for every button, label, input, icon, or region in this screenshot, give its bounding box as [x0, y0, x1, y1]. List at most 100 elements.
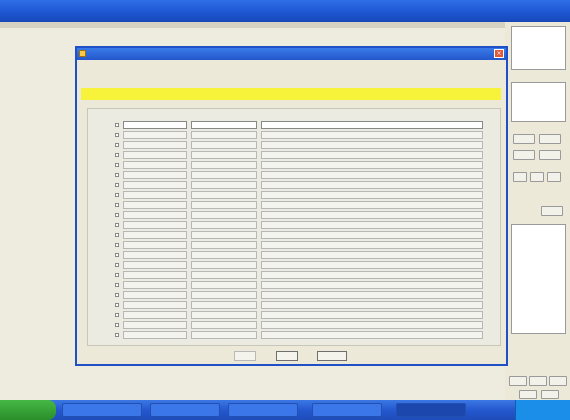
table-row[interactable] — [101, 270, 485, 280]
right-button-4[interactable] — [539, 150, 561, 160]
row-field-1[interactable] — [123, 131, 187, 139]
row-field-2[interactable] — [191, 221, 257, 229]
table-row[interactable] — [101, 300, 485, 310]
row-checkbox[interactable] — [115, 253, 119, 257]
right-button-7[interactable] — [547, 172, 561, 182]
row-field-3[interactable] — [261, 261, 483, 269]
row-field-1[interactable] — [123, 211, 187, 219]
dialog-cancel-button[interactable] — [317, 351, 347, 361]
table-row[interactable] — [101, 120, 485, 130]
row-field-3[interactable] — [261, 141, 483, 149]
row-checkbox[interactable] — [115, 283, 119, 287]
row-field-1[interactable] — [123, 161, 187, 169]
right-button-13[interactable] — [541, 390, 559, 399]
row-field-3[interactable] — [261, 161, 483, 169]
row-field-3[interactable] — [261, 311, 483, 319]
row-field-2[interactable] — [191, 281, 257, 289]
right-button-2[interactable] — [539, 134, 561, 144]
table-row[interactable] — [101, 330, 485, 340]
row-field-3[interactable] — [261, 231, 483, 239]
row-field-1[interactable] — [123, 181, 187, 189]
row-checkbox[interactable] — [115, 333, 119, 337]
row-field-2[interactable] — [191, 201, 257, 209]
row-field-2[interactable] — [191, 151, 257, 159]
row-field-1[interactable] — [123, 121, 187, 129]
row-field-2[interactable] — [191, 211, 257, 219]
table-row[interactable] — [101, 190, 485, 200]
row-field-3[interactable] — [261, 331, 483, 339]
row-field-1[interactable] — [123, 311, 187, 319]
row-field-2[interactable] — [191, 131, 257, 139]
row-field-2[interactable] — [191, 161, 257, 169]
row-field-1[interactable] — [123, 331, 187, 339]
row-field-1[interactable] — [123, 261, 187, 269]
row-checkbox[interactable] — [115, 263, 119, 267]
table-row[interactable] — [101, 200, 485, 210]
taskbar-item-4[interactable] — [312, 403, 382, 417]
row-checkbox[interactable] — [115, 213, 119, 217]
table-row[interactable] — [101, 240, 485, 250]
row-field-2[interactable] — [191, 251, 257, 259]
table-row[interactable] — [101, 260, 485, 270]
row-field-2[interactable] — [191, 261, 257, 269]
row-checkbox[interactable] — [115, 203, 119, 207]
right-button-10[interactable] — [529, 376, 547, 386]
row-field-2[interactable] — [191, 311, 257, 319]
dialog-button-disabled[interactable] — [234, 351, 256, 361]
row-field-3[interactable] — [261, 271, 483, 279]
table-row[interactable] — [101, 150, 485, 160]
row-checkbox[interactable] — [115, 193, 119, 197]
main-window-titlebar[interactable] — [0, 0, 570, 22]
taskbar-item-3[interactable] — [228, 403, 298, 417]
row-field-3[interactable] — [261, 211, 483, 219]
table-row[interactable] — [101, 180, 485, 190]
dialog-titlebar[interactable]: × — [77, 48, 506, 60]
row-field-1[interactable] — [123, 271, 187, 279]
row-field-3[interactable] — [261, 201, 483, 209]
row-field-3[interactable] — [261, 171, 483, 179]
row-field-2[interactable] — [191, 181, 257, 189]
row-checkbox[interactable] — [115, 303, 119, 307]
row-field-2[interactable] — [191, 141, 257, 149]
right-button-8[interactable] — [541, 206, 563, 216]
right-button-5[interactable] — [513, 172, 527, 182]
table-row[interactable] — [101, 220, 485, 230]
table-row[interactable] — [101, 230, 485, 240]
table-row[interactable] — [101, 310, 485, 320]
row-field-2[interactable] — [191, 121, 257, 129]
right-button-9[interactable] — [509, 376, 527, 386]
row-field-2[interactable] — [191, 191, 257, 199]
taskbar-item-2[interactable] — [150, 403, 220, 417]
row-field-3[interactable] — [261, 121, 483, 129]
table-row[interactable] — [101, 210, 485, 220]
taskbar-item-5-active[interactable] — [396, 403, 466, 417]
row-field-2[interactable] — [191, 321, 257, 329]
row-field-1[interactable] — [123, 241, 187, 249]
taskbar-item-1[interactable] — [62, 403, 142, 417]
right-button-3[interactable] — [513, 150, 535, 160]
row-checkbox[interactable] — [115, 273, 119, 277]
row-checkbox[interactable] — [115, 163, 119, 167]
row-checkbox[interactable] — [115, 313, 119, 317]
row-field-3[interactable] — [261, 301, 483, 309]
right-list-box[interactable] — [511, 224, 566, 334]
row-field-2[interactable] — [191, 331, 257, 339]
table-row[interactable] — [101, 160, 485, 170]
table-row[interactable] — [101, 250, 485, 260]
row-field-2[interactable] — [191, 241, 257, 249]
row-field-3[interactable] — [261, 191, 483, 199]
row-field-3[interactable] — [261, 321, 483, 329]
table-row[interactable] — [101, 170, 485, 180]
table-row[interactable] — [101, 320, 485, 330]
selected-record-row[interactable] — [81, 88, 501, 100]
row-field-1[interactable] — [123, 281, 187, 289]
row-field-1[interactable] — [123, 301, 187, 309]
row-field-2[interactable] — [191, 291, 257, 299]
row-checkbox[interactable] — [115, 243, 119, 247]
row-field-2[interactable] — [191, 301, 257, 309]
right-button-1[interactable] — [513, 134, 535, 144]
right-button-11[interactable] — [549, 376, 567, 386]
row-checkbox[interactable] — [115, 293, 119, 297]
row-field-3[interactable] — [261, 181, 483, 189]
right-button-6[interactable] — [530, 172, 544, 182]
